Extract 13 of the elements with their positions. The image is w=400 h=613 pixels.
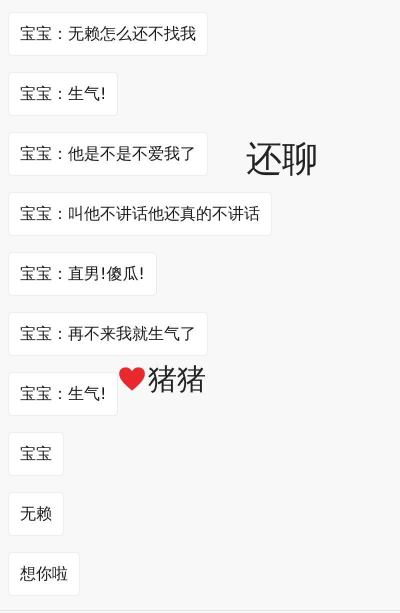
message-bubble: 宝宝 bbox=[8, 432, 64, 476]
message-bubble: 无赖 bbox=[8, 492, 64, 536]
message-bubble: 宝宝：生气! bbox=[8, 72, 118, 116]
message-bubble: 宝宝：无赖怎么还不找我 bbox=[8, 12, 208, 56]
background-text: 猪猪 bbox=[148, 361, 206, 398]
message-bubble: 宝宝：他是不是不爱我了 bbox=[8, 132, 208, 176]
message-bubble: 宝宝：再不来我就生气了 bbox=[8, 312, 208, 356]
message-bubble: 宝宝：直男!傻瓜! bbox=[8, 252, 157, 296]
message-bubble: 宝宝：叫他不讲话他还真的不讲话 bbox=[8, 192, 272, 236]
heart-icon bbox=[118, 366, 146, 392]
background-text: 还聊 bbox=[246, 138, 318, 182]
message-bubble: 宝宝：生气! bbox=[8, 372, 118, 416]
message-bubble: 想你啦 bbox=[8, 552, 80, 596]
